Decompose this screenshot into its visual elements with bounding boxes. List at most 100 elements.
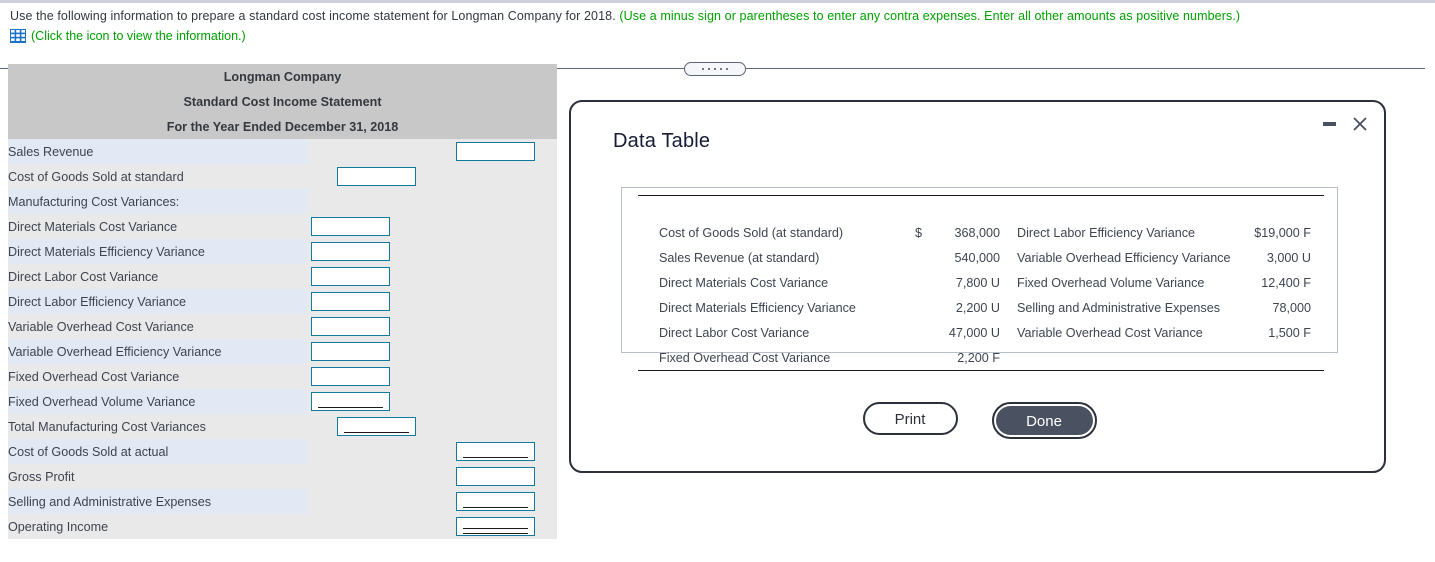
- amount-input[interactable]: [311, 392, 390, 411]
- close-icon[interactable]: [1352, 116, 1368, 132]
- data-table-amount: 3,000 U: [1266, 251, 1311, 265]
- data-table-currency-symbol: [888, 271, 922, 296]
- splitter-grip-handle[interactable]: [684, 62, 746, 76]
- statement-title-period: For the Year Ended December 31, 2018: [8, 114, 558, 139]
- amount-input[interactable]: [311, 217, 390, 236]
- amount-input[interactable]: [311, 267, 390, 286]
- amount-input[interactable]: [311, 367, 390, 386]
- statement-row-label: Sales Revenue: [8, 139, 307, 164]
- statement-right-cell: [447, 314, 558, 339]
- dialog-button-row: Print Done: [571, 402, 1388, 439]
- print-button[interactable]: Print: [862, 402, 958, 435]
- instruction-note: (Use a minus sign or parentheses to ente…: [619, 9, 1241, 23]
- statement-middle-cell: [307, 464, 447, 489]
- statement-row: Direct Materials Cost Variance: [8, 214, 558, 239]
- amount-input[interactable]: [456, 442, 535, 461]
- data-table-item-name: Direct Materials Efficiency Variance: [659, 301, 856, 315]
- done-button[interactable]: Done: [995, 406, 1093, 435]
- amount-input[interactable]: [456, 517, 535, 536]
- statement-row: Fixed Overhead Volume Variance: [8, 389, 558, 414]
- instruction-bar: Use the following information to prepare…: [0, 0, 1435, 52]
- statement-right-cell: [447, 489, 558, 514]
- statement-right-cell: [447, 239, 558, 264]
- top-divider: [0, 0, 1435, 3]
- data-table-row: Direct Labor Cost Variance 47,000 U Variab…: [638, 321, 1324, 346]
- statement-title-type: Standard Cost Income Statement: [8, 89, 558, 114]
- statement-row-label: Operating Income: [8, 514, 307, 539]
- statement-row-label: Fixed Overhead Cost Variance: [8, 364, 307, 389]
- view-information-link[interactable]: (Click the icon to view the information.…: [10, 29, 246, 43]
- statement-row: Operating Income: [8, 514, 558, 539]
- data-table-currency-symbol: [888, 246, 922, 271]
- statement-right-cell: [447, 514, 558, 539]
- amount-input[interactable]: [311, 292, 390, 311]
- statement-row-label: Manufacturing Cost Variances:: [8, 189, 307, 214]
- statement-middle-cell: [307, 339, 447, 364]
- amount-input[interactable]: [337, 167, 416, 186]
- statement-header-row: Standard Cost Income Statement: [8, 89, 558, 114]
- data-table-currency-symbol: [888, 321, 922, 346]
- statement-middle-cell: [307, 414, 447, 439]
- statement-row-label: Direct Labor Cost Variance: [8, 264, 307, 289]
- done-button-ring[interactable]: Done: [991, 402, 1097, 439]
- data-table-amount: 540,000: [954, 251, 1000, 265]
- statement-right-cell: [447, 464, 558, 489]
- statement-row-label: Gross Profit: [8, 464, 307, 489]
- data-table-row: Sales Revenue (at standard) 540,000 Variab…: [638, 246, 1324, 271]
- statement-right-cell: [447, 164, 558, 189]
- statement-middle-cell: [307, 439, 447, 464]
- amount-input[interactable]: [456, 142, 535, 161]
- data-table-currency-symbol: [888, 345, 922, 371]
- minimize-icon[interactable]: [1323, 122, 1336, 126]
- data-table-item-name: Fixed Overhead Volume Variance: [1017, 276, 1205, 290]
- data-table-item-name: Cost of Goods Sold (at standard): [659, 226, 844, 240]
- view-information-label[interactable]: (Click the icon to view the information.…: [31, 29, 246, 43]
- data-table-item-name: [1000, 345, 1250, 371]
- statement-row-label: Cost of Goods Sold at standard: [8, 164, 307, 189]
- statement-middle-cell: [307, 264, 447, 289]
- statement-middle-cell: [307, 189, 447, 214]
- amount-input[interactable]: [311, 342, 390, 361]
- statement-middle-cell: [307, 214, 447, 239]
- statement-middle-cell: [307, 389, 447, 414]
- statement-right-cell: [447, 189, 558, 214]
- grip-dot: [713, 67, 717, 71]
- statement-header-row: Longman Company: [8, 64, 558, 89]
- spreadsheet-grid-icon[interactable]: [10, 29, 26, 43]
- statement-row: Cost of Goods Sold at actual: [8, 439, 558, 464]
- amount-input[interactable]: [456, 492, 535, 511]
- data-table-item-name: Sales Revenue (at standard): [659, 251, 820, 265]
- data-table-item-name: Selling and Administrative Expenses: [1017, 301, 1221, 315]
- data-table-item-name: Variable Overhead Cost Variance: [1017, 326, 1203, 340]
- data-table-amount: [1250, 345, 1324, 371]
- statement-row: Variable Overhead Efficiency Variance: [8, 339, 558, 364]
- data-table: Cost of Goods Sold (at standard) $368,000…: [638, 195, 1324, 371]
- data-table-panel: Cost of Goods Sold (at standard) $368,000…: [621, 187, 1338, 371]
- statement-row: Gross Profit: [8, 464, 558, 489]
- data-table-amount: 1,500 F: [1268, 326, 1311, 340]
- data-table-row: Fixed Overhead Cost Variance 2,200 F: [638, 345, 1324, 371]
- grip-dot: [725, 67, 729, 71]
- statement-row-label: Total Manufacturing Cost Variances: [8, 414, 307, 439]
- amount-input[interactable]: [456, 467, 535, 486]
- statement-middle-cell: [307, 489, 447, 514]
- data-table-amount: 368,000: [954, 226, 1000, 240]
- amount-input[interactable]: [337, 417, 416, 436]
- data-table-row: Cost of Goods Sold (at standard) $368,000…: [638, 221, 1324, 246]
- data-table-amount: $19,000 F: [1254, 226, 1311, 240]
- data-table-item-name: Direct Labor Efficiency Variance: [1017, 226, 1196, 240]
- statement-right-cell: [447, 414, 558, 439]
- amount-input[interactable]: [311, 317, 390, 336]
- data-table-amount: 7,800 U: [955, 276, 1000, 290]
- statement-right-cell: [447, 439, 558, 464]
- statement-row: Direct Labor Efficiency Variance: [8, 289, 558, 314]
- statement-right-cell: [447, 139, 558, 164]
- data-table-top-rule: [638, 195, 1324, 221]
- data-table-item-name: Direct Labor Cost Variance: [659, 326, 810, 340]
- amount-input[interactable]: [311, 242, 390, 261]
- statement-middle-cell: [307, 139, 447, 164]
- statement-row-label: Cost of Goods Sold at actual: [8, 439, 307, 464]
- statement-middle-cell: [307, 164, 447, 189]
- statement-row-label: Fixed Overhead Volume Variance: [8, 389, 307, 414]
- data-table-dialog: Data Table Cost of Goods Sold (at standa…: [569, 100, 1386, 473]
